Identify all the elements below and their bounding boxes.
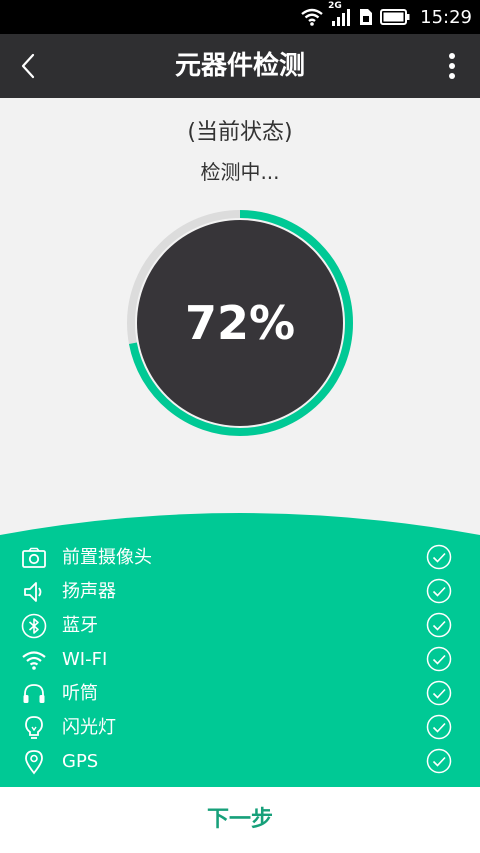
overflow-menu-button[interactable]: [440, 46, 464, 86]
progress-percent: 72%: [184, 296, 296, 350]
bottom-bar: 下一步: [0, 787, 480, 853]
sim-icon: [358, 7, 374, 27]
component-checklist: 前置摄像头 扬声器 蓝牙 WI-FI 听筒 闪光灯 GPS: [0, 505, 480, 787]
item-label: 蓝牙: [62, 615, 98, 636]
state-value: 检测中...: [200, 160, 280, 184]
item-label: 前置摄像头: [62, 547, 152, 568]
clock: 15:29: [420, 6, 472, 28]
battery-icon: [380, 8, 410, 26]
list-item-bluetooth: 蓝牙: [0, 609, 480, 643]
app-bar: 元器件检测: [0, 34, 480, 98]
list-item-earpiece: 听筒: [0, 677, 480, 711]
location-pin-icon: [20, 748, 48, 776]
check-circle-icon: [426, 578, 452, 604]
wifi-icon: [20, 646, 48, 674]
next-step-button[interactable]: 下一步: [0, 787, 480, 853]
check-circle-icon: [426, 612, 452, 638]
list-item-gps: GPS: [0, 745, 480, 779]
check-circle-icon: [426, 544, 452, 570]
item-label: 闪光灯: [62, 717, 116, 738]
item-label: WI-FI: [62, 649, 108, 670]
camera-icon: [20, 544, 48, 572]
list-item-flashlight: 闪光灯: [0, 711, 480, 745]
signal-icon: 2G: [328, 1, 352, 27]
network-type: 2G: [328, 1, 342, 11]
bluetooth-icon: [20, 612, 48, 640]
item-label: 扬声器: [62, 581, 116, 602]
check-circle-icon: [426, 680, 452, 706]
status-bar: 2G 15:29: [0, 0, 480, 34]
item-label: GPS: [62, 751, 99, 772]
item-label: 听筒: [62, 683, 98, 704]
bulb-icon: [20, 714, 48, 742]
check-circle-icon: [426, 714, 452, 740]
list-item-wifi: WI-FI: [0, 643, 480, 677]
check-circle-icon: [426, 646, 452, 672]
page-title: 元器件检测: [174, 51, 305, 81]
headphones-icon: [20, 680, 48, 708]
list-item-speaker: 扬声器: [0, 575, 480, 609]
status-icons: 2G 15:29: [300, 0, 472, 34]
wifi-status-icon: [300, 7, 324, 27]
list-item-front-camera: 前置摄像头: [0, 541, 480, 575]
check-circle-icon: [426, 748, 452, 774]
speaker-icon: [20, 578, 48, 606]
more-vertical-icon: [449, 53, 455, 79]
state-label: (当前状态): [187, 120, 293, 145]
